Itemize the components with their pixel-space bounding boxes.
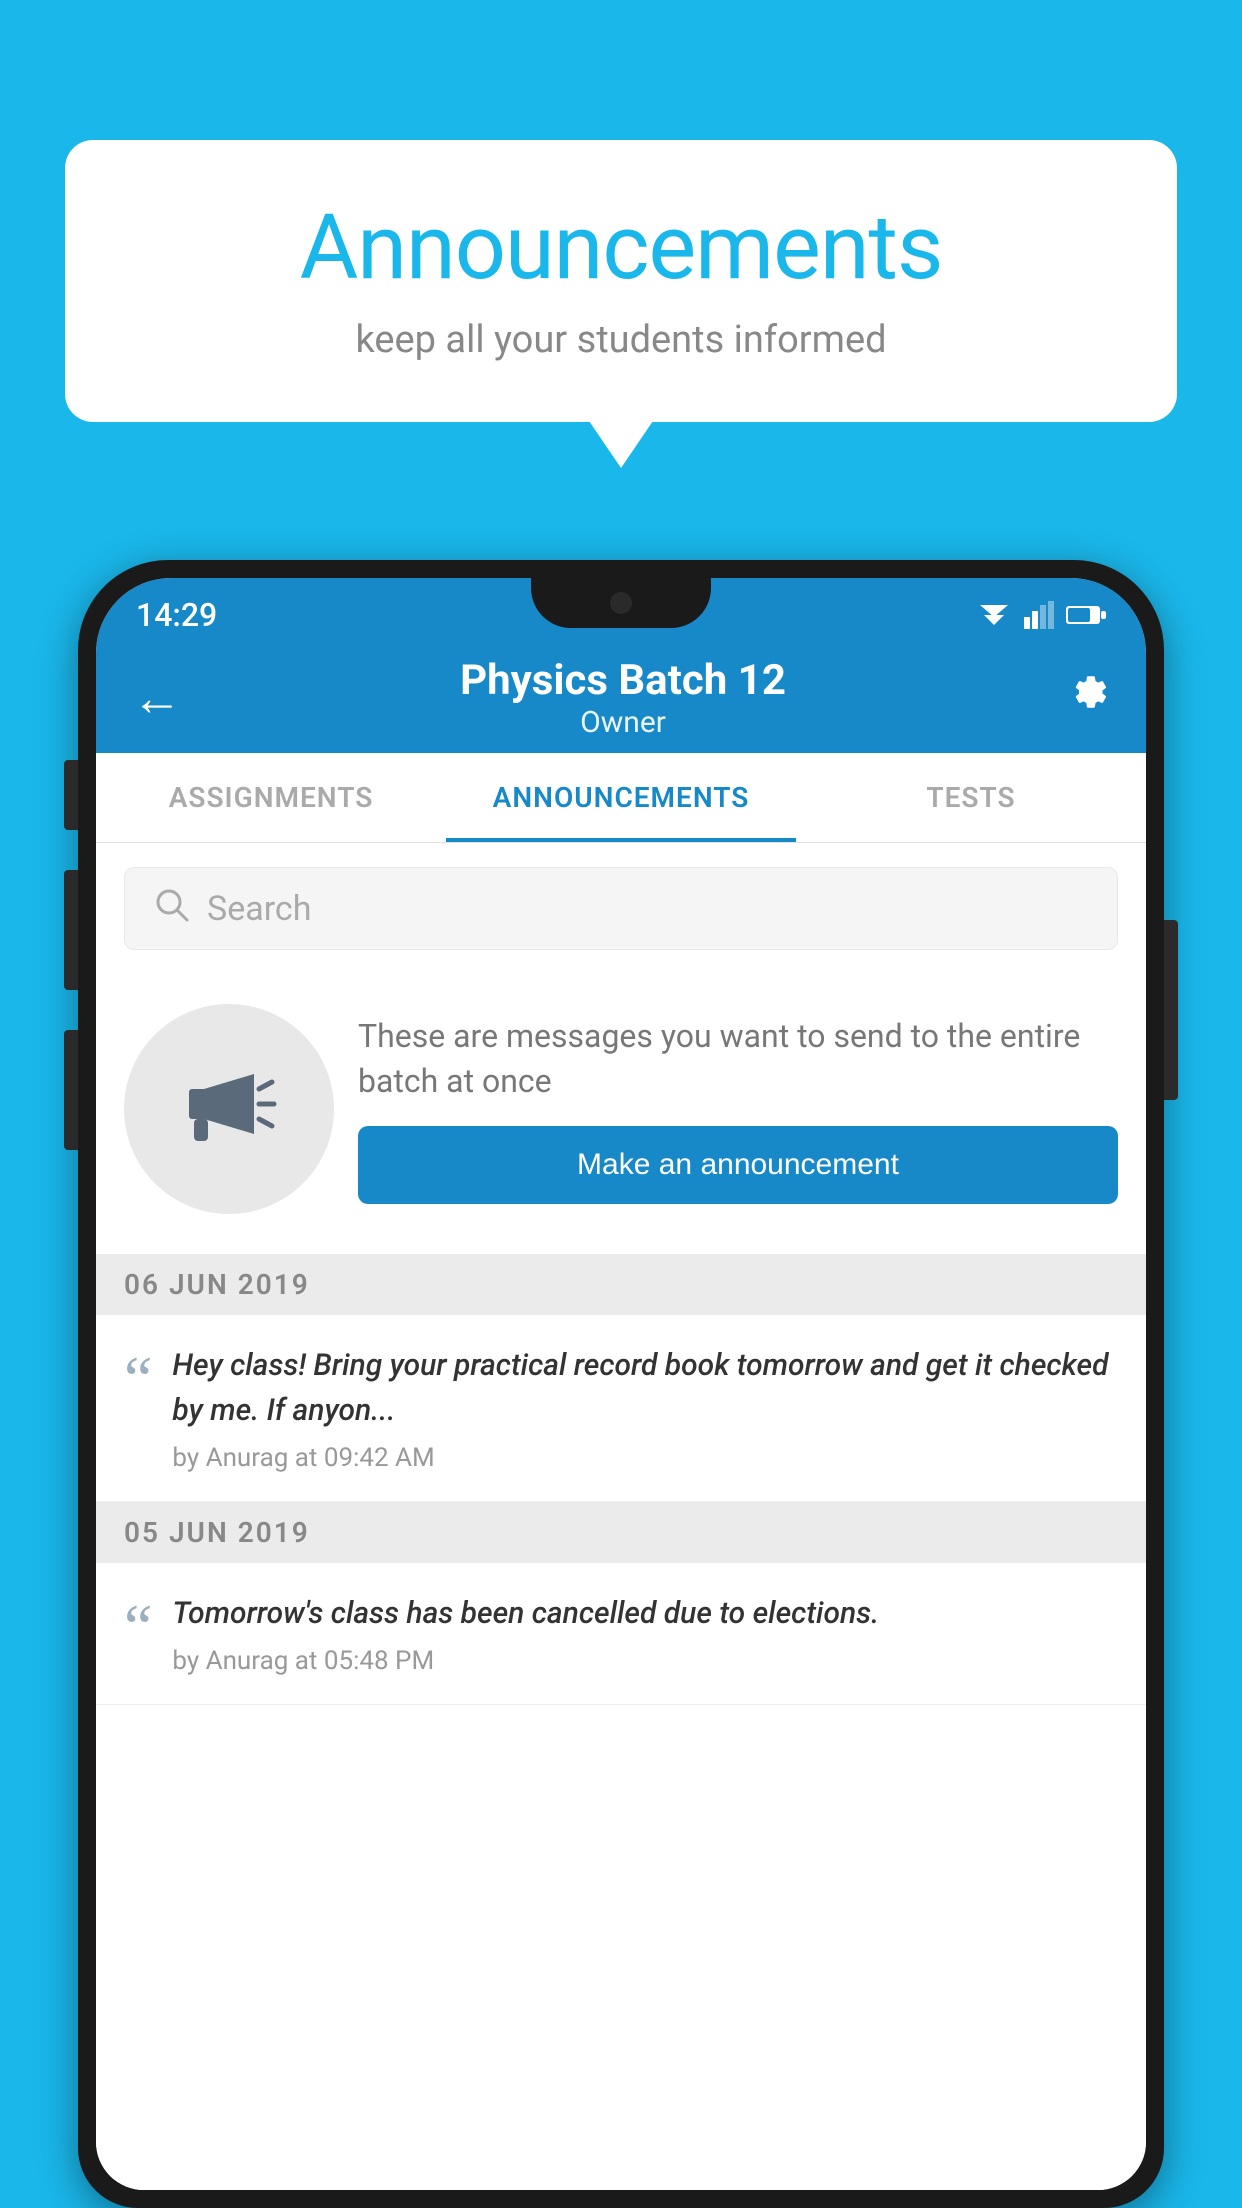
search-bar[interactable]: Search [124, 867, 1118, 950]
promo-right: These are messages you want to send to t… [358, 1014, 1118, 1204]
app-bar-center: Physics Batch 12 Owner [460, 656, 786, 740]
megaphone-icon [174, 1054, 284, 1164]
announcement-text-2: Tomorrow's class has been cancelled due … [172, 1591, 1118, 1636]
announcement-item-2[interactable]: “ Tomorrow's class has been cancelled du… [96, 1563, 1146, 1705]
phone-frame: 14:29 [78, 560, 1164, 2208]
app-bar-subtitle: Owner [460, 705, 786, 740]
search-placeholder: Search [207, 889, 311, 929]
make-announcement-button[interactable]: Make an announcement [358, 1126, 1118, 1204]
bubble-title: Announcements [135, 195, 1107, 300]
announcement-item-1[interactable]: “ Hey class! Bring your practical record… [96, 1315, 1146, 1502]
announcement-meta-2: by Anurag at 05:48 PM [172, 1646, 1118, 1676]
phone-screen: 14:29 [96, 578, 1146, 2190]
settings-icon[interactable] [1064, 669, 1110, 727]
speech-bubble-container: Announcements keep all your students inf… [65, 140, 1177, 422]
phone-camera [610, 592, 632, 614]
announcement-text-1: Hey class! Bring your practical record b… [172, 1343, 1118, 1433]
tab-tests[interactable]: TESTS [796, 753, 1146, 842]
wifi-icon [976, 601, 1012, 629]
announcement-content-1: Hey class! Bring your practical record b… [172, 1343, 1118, 1473]
announcement-content-2: Tomorrow's class has been cancelled due … [172, 1591, 1118, 1676]
status-time: 14:29 [136, 596, 217, 634]
back-button[interactable]: ← [132, 669, 182, 728]
promo-text: These are messages you want to send to t… [358, 1014, 1118, 1104]
date-separator-1: 06 JUN 2019 [96, 1254, 1146, 1315]
search-icon [153, 886, 189, 931]
quote-icon-1: “ [124, 1347, 152, 1411]
phone-button-volume-up [64, 870, 78, 990]
phone-button-volume-down [64, 1030, 78, 1150]
tab-announcements[interactable]: ANNOUNCEMENTS [446, 753, 796, 842]
announcement-promo: These are messages you want to send to t… [96, 974, 1146, 1254]
bubble-subtitle: keep all your students informed [135, 318, 1107, 362]
speech-bubble: Announcements keep all your students inf… [65, 140, 1177, 422]
promo-icon-circle [124, 1004, 334, 1214]
app-bar-title: Physics Batch 12 [460, 656, 786, 705]
date-separator-2: 05 JUN 2019 [96, 1502, 1146, 1563]
app-bar: ← Physics Batch 12 Owner [96, 643, 1146, 753]
status-icons [976, 601, 1106, 629]
tab-assignments[interactable]: ASSIGNMENTS [96, 753, 446, 842]
signal-icon [1024, 601, 1054, 629]
quote-icon-2: “ [124, 1595, 152, 1659]
battery-icon [1066, 604, 1106, 626]
phone-button-power [1164, 920, 1178, 1100]
announcement-meta-1: by Anurag at 09:42 AM [172, 1443, 1118, 1473]
tabs-bar: ASSIGNMENTS ANNOUNCEMENTS TESTS [96, 753, 1146, 843]
content-area: Search These are messages you want to se… [96, 843, 1146, 2190]
phone-button-mute [64, 760, 78, 830]
